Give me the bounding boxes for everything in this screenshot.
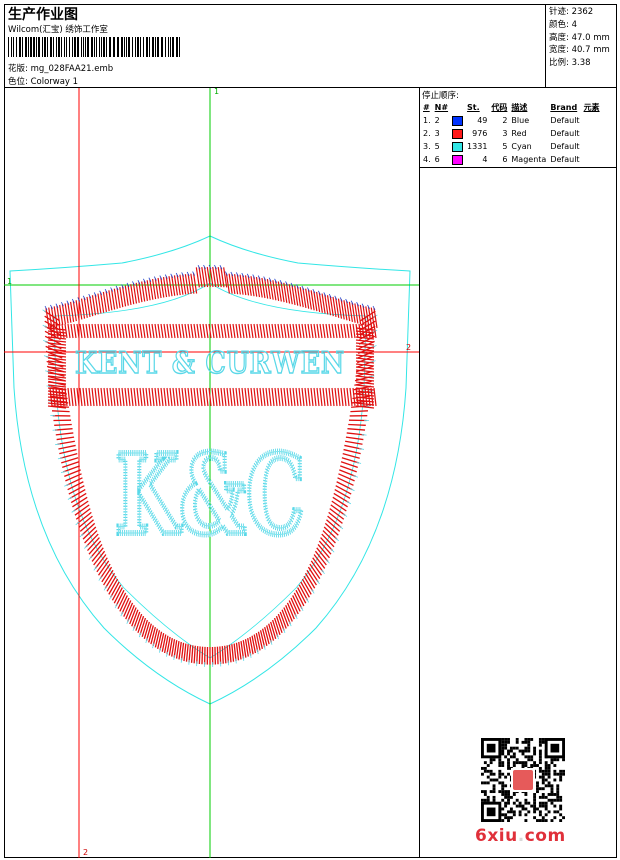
- col-stitches: St.: [467, 103, 480, 112]
- row-index: 3.: [423, 142, 431, 151]
- col-code: 代码: [491, 103, 508, 112]
- row-desc: Magenta: [511, 155, 547, 164]
- color-swatch: [450, 140, 465, 153]
- watermark-logo: 6xiu.com: [475, 826, 566, 846]
- design-info-panel: 针迹: 2362 颜色: 4 高度: 47.0 mm 宽度: 40.7 mm 比…: [545, 4, 617, 88]
- col-swatch: [450, 101, 465, 114]
- design-label: 花版:: [8, 64, 28, 74]
- row-stitches: 49: [477, 116, 488, 125]
- marker-top: 1: [214, 88, 219, 96]
- row-element: [582, 153, 602, 166]
- monogram-text-fill: K&C: [115, 430, 305, 559]
- stop-sequence-title: 停止顺序:: [422, 91, 459, 101]
- scale-value: 3.38: [571, 58, 591, 69]
- row-desc: Blue: [511, 116, 530, 125]
- row-brand: Default: [550, 155, 580, 164]
- watermark-dot: .: [517, 826, 525, 846]
- row-n: 2: [434, 116, 440, 125]
- row-n: 3: [434, 129, 440, 138]
- height-value: 47.0 mm: [571, 32, 610, 43]
- table-row[interactable]: 3. 5 1331 5 Cyan Default: [421, 140, 602, 153]
- width-value: 40.7 mm: [571, 45, 610, 56]
- color-count-row: 颜色: 4: [549, 19, 617, 32]
- color-count-value: 4: [571, 19, 577, 30]
- stitch-count-value: 2362: [571, 7, 594, 17]
- scale-row: 比例: 3.38: [549, 57, 617, 70]
- width-row: 宽度: 40.7 mm: [549, 44, 617, 57]
- color-swatch: [450, 153, 465, 166]
- row-desc: Cyan: [511, 142, 532, 151]
- color-swatch: [450, 114, 465, 127]
- col-index: #: [423, 103, 430, 112]
- row-element: [582, 140, 602, 153]
- row-desc: Red: [511, 129, 527, 138]
- scale-label: 比例:: [549, 58, 569, 69]
- table-row[interactable]: 4. 6 4 6 Magenta Default: [421, 153, 602, 166]
- table-row[interactable]: 2. 3 976 3 Red Default: [421, 127, 602, 140]
- banner-text: KENT & CURWEN: [75, 346, 345, 381]
- col-n: N#: [434, 103, 449, 112]
- stop-sequence-table: # N# St. 代码 描述 Brand 元素 1. 2 49 2 Blue D…: [421, 101, 602, 166]
- color-count-label: 颜色:: [549, 19, 569, 30]
- monogram-stitches: K&C K&C: [112, 427, 308, 562]
- barcode: [8, 37, 183, 57]
- row-code: 6: [502, 155, 508, 164]
- colorway-row: 色位: Colorway 1: [8, 75, 78, 87]
- row-stitches: 4: [482, 155, 488, 164]
- height-row: 高度: 47.0 mm: [549, 32, 617, 45]
- design-file-row: 花版: mg_028FAA21.emb: [8, 62, 113, 74]
- table-row[interactable]: 1. 2 49 2 Blue Default: [421, 114, 602, 127]
- row-n: 5: [434, 142, 440, 151]
- colorway-value: Colorway 1: [30, 77, 79, 87]
- design-canvas[interactable]: 1 1 2 2 KENT & CURWEN K&C K&C: [4, 88, 420, 858]
- watermark-main: 6xiu: [475, 826, 518, 846]
- marker-right: 2: [406, 343, 411, 352]
- row-stitches: 1331: [467, 142, 488, 151]
- row-stitches: 976: [472, 129, 488, 138]
- sheet-title: 生产作业图: [8, 7, 78, 23]
- row-code: 2: [502, 116, 508, 125]
- row-brand: Default: [550, 142, 580, 151]
- marker-left: 1: [7, 277, 12, 286]
- stitch-count-row: 针迹: 2362: [549, 6, 617, 19]
- stop-sequence-panel: 停止顺序: # N# St. 代码 描述 Brand 元素 1. 2 49 2 …: [420, 88, 617, 168]
- qr-code: [481, 738, 565, 822]
- row-code: 5: [502, 142, 508, 151]
- row-brand: Default: [550, 129, 580, 138]
- width-label: 宽度:: [549, 45, 569, 56]
- marker-bottom: 2: [83, 848, 88, 857]
- row-element: [582, 114, 602, 127]
- row-index: 2.: [423, 129, 431, 138]
- row-index: 1.: [423, 116, 431, 125]
- col-brand: Brand: [550, 103, 578, 112]
- row-brand: Default: [550, 116, 580, 125]
- company-name: Wilcom(汇宝) 绣饰工作室: [8, 25, 108, 35]
- col-desc: 描述: [511, 103, 528, 112]
- design-file: mg_028FAA21.emb: [30, 64, 114, 74]
- row-n: 6: [434, 155, 440, 164]
- height-label: 高度:: [549, 32, 569, 43]
- col-element: 元素: [583, 103, 600, 112]
- stitch-count-label: 针迹:: [549, 7, 569, 17]
- row-element: [582, 127, 602, 140]
- row-index: 4.: [423, 155, 431, 164]
- row-code: 3: [502, 129, 508, 138]
- color-swatch: [450, 127, 465, 140]
- stop-sequence-header-row: # N# St. 代码 描述 Brand 元素: [421, 101, 602, 114]
- colorway-label: 色位:: [8, 77, 28, 87]
- watermark-tld: com: [524, 826, 566, 846]
- embroidery-preview: 1 1 2 2 KENT & CURWEN K&C K&C: [4, 88, 419, 858]
